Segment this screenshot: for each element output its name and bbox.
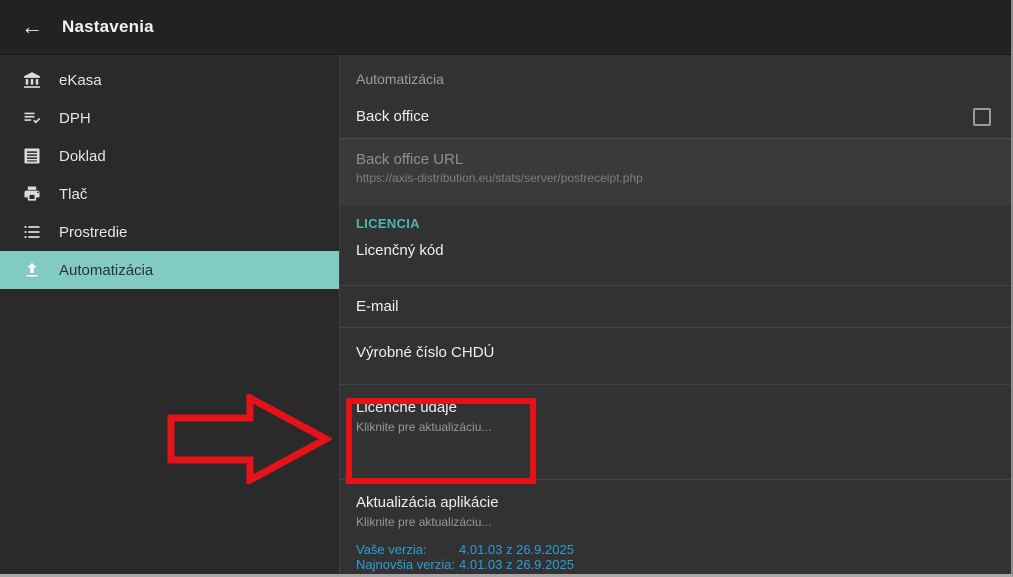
app-bar: ← Nastavenia: [0, 0, 1011, 55]
document-icon: [22, 146, 42, 166]
pref-title: Licenčné údaje: [356, 399, 1011, 416]
list-icon: [22, 222, 42, 242]
pref-email[interactable]: E-mail: [340, 286, 1011, 328]
sidebar-item-automatizacia[interactable]: Automatizácia: [0, 251, 339, 289]
sidebar-item-prostredie[interactable]: Prostredie: [0, 213, 339, 251]
pref-title: E-mail: [356, 298, 1011, 315]
your-version-value: 4.01.03 z 26.9.2025: [459, 542, 574, 557]
latest-version-label: Najnovšia verzia:: [356, 557, 459, 572]
sidebar-item-label: Doklad: [59, 148, 106, 165]
list-check-icon: [22, 108, 42, 128]
back-arrow-icon[interactable]: ←: [20, 15, 44, 39]
back-office-checkbox[interactable]: [973, 108, 991, 126]
settings-sidebar: eKasa DPH Doklad Tlač: [0, 55, 339, 574]
latest-version-value: 4.01.03 z 26.9.2025: [459, 557, 574, 572]
pref-title: Back office: [356, 108, 973, 125]
your-version-label: Vaše verzia:: [356, 542, 459, 557]
pref-back-office[interactable]: Back office: [340, 95, 1011, 139]
printer-icon: [22, 184, 42, 204]
sidebar-item-doklad[interactable]: Doklad: [0, 137, 339, 175]
upload-icon: [22, 260, 42, 280]
page-title: Nastavenia: [62, 17, 154, 37]
pref-back-office-url: Back office URL https://axis-distributio…: [340, 139, 1011, 206]
pref-license-data[interactable]: Licenčné údaje Kliknite pre aktualizáciu…: [340, 385, 1011, 480]
pref-subtitle: Kliknite pre aktualizáciu...: [356, 515, 1011, 529]
sidebar-item-ekasa[interactable]: eKasa: [0, 61, 339, 99]
pref-title: Výrobné číslo CHDÚ: [356, 344, 1011, 361]
preference-pane: Automatizácia Back office Back office UR…: [339, 55, 1011, 574]
pref-title: Licenčný kód: [356, 242, 1011, 259]
pref-license-code[interactable]: Licenčný kód: [340, 234, 1011, 286]
pref-subtitle: Kliknite pre aktualizáciu...: [356, 420, 1011, 434]
pref-title: Back office URL: [356, 151, 1011, 168]
pref-serial-number[interactable]: Výrobné číslo CHDÚ: [340, 328, 1011, 385]
settings-screen: ← Nastavenia eKasa DPH Doklad: [0, 0, 1013, 577]
sidebar-item-label: Tlač: [59, 186, 87, 203]
sidebar-item-dph[interactable]: DPH: [0, 99, 339, 137]
category-licencia: LICENCIA: [340, 206, 1011, 234]
sidebar-item-label: Prostredie: [59, 224, 127, 241]
category-automatizacia: Automatizácia: [340, 55, 1011, 95]
version-info: Vaše verzia: 4.01.03 z 26.9.2025 Najnovš…: [356, 542, 1011, 572]
sidebar-item-label: DPH: [59, 110, 91, 127]
latest-version-row: Najnovšia verzia: 4.01.03 z 26.9.2025: [356, 557, 1011, 572]
pref-app-update[interactable]: Aktualizácia aplikácie Kliknite pre aktu…: [340, 480, 1011, 572]
sidebar-item-label: Automatizácia: [59, 262, 153, 279]
pref-value: https://axis-distribution.eu/stats/serve…: [356, 171, 1011, 185]
bank-icon: [22, 70, 42, 90]
pref-title: Aktualizácia aplikácie: [356, 494, 1011, 511]
your-version-row: Vaše verzia: 4.01.03 z 26.9.2025: [356, 542, 1011, 557]
sidebar-item-tlac[interactable]: Tlač: [0, 175, 339, 213]
sidebar-item-label: eKasa: [59, 72, 102, 89]
